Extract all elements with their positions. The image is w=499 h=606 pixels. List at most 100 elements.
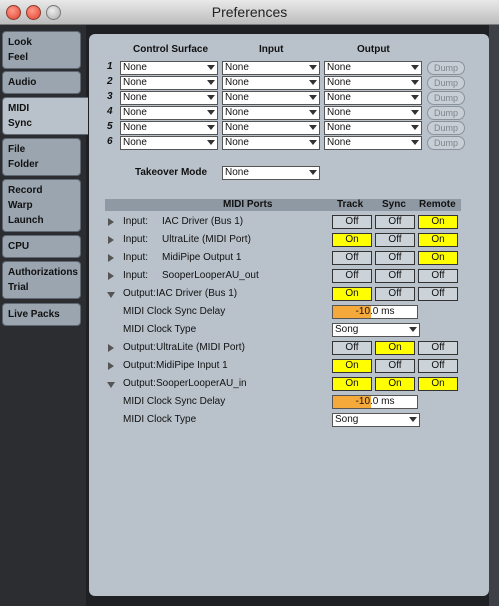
surface-input-dropdown[interactable]: None bbox=[222, 91, 320, 105]
sidebar-tab-midi[interactable]: MIDI Sync bbox=[2, 97, 88, 135]
track-toggle[interactable]: On bbox=[332, 233, 372, 247]
surface-input-value: None bbox=[225, 137, 249, 148]
midi-ports-header: MIDI Ports Track Sync Remote bbox=[105, 199, 461, 211]
port-direction: Input: bbox=[123, 270, 149, 281]
track-toggle[interactable]: On bbox=[332, 377, 372, 391]
surface-output-dropdown[interactable]: None bbox=[324, 106, 422, 120]
sidebar-tab-audio[interactable]: Audio bbox=[2, 71, 81, 94]
remote-toggle[interactable]: On bbox=[418, 215, 458, 229]
sync-toggle[interactable]: Off bbox=[375, 359, 415, 373]
chevron-down-icon bbox=[207, 140, 215, 145]
surface-input-dropdown[interactable]: None bbox=[222, 121, 320, 135]
sync-toggle[interactable]: Off bbox=[375, 215, 415, 229]
remote-toggle[interactable]: Off bbox=[418, 269, 458, 283]
track-toggle[interactable]: On bbox=[332, 359, 372, 373]
sidebar-tab-cpu[interactable]: CPU bbox=[2, 235, 81, 258]
dump-button[interactable]: Dump bbox=[427, 121, 465, 135]
sidebar-tab-live-packs[interactable]: Live Packs bbox=[2, 303, 81, 326]
preferences-sidebar: Look Feel Audio MIDI Sync File Folder Record War… bbox=[0, 25, 88, 606]
track-toggle[interactable]: Off bbox=[332, 215, 372, 229]
remote-toggle[interactable]: Off bbox=[418, 341, 458, 355]
track-toggle[interactable]: Off bbox=[332, 269, 372, 283]
sidebar-tab-label: Trial bbox=[8, 282, 29, 293]
midi-port-row: Input: IAC Driver (Bus 1) Off Off On bbox=[107, 215, 467, 229]
surface-input-dropdown[interactable]: None bbox=[222, 106, 320, 120]
header-sync: Sync bbox=[382, 199, 406, 210]
clock-type-row: MIDI Clock Type Song bbox=[107, 413, 467, 427]
disclosure-closed-icon[interactable] bbox=[108, 218, 114, 226]
remote-toggle[interactable]: Off bbox=[418, 359, 458, 373]
disclosure-open-icon[interactable] bbox=[107, 382, 115, 388]
surface-output-dropdown[interactable]: None bbox=[324, 76, 422, 90]
sync-toggle[interactable]: On bbox=[375, 377, 415, 391]
remote-toggle[interactable]: Off bbox=[418, 287, 458, 301]
dump-button[interactable]: Dump bbox=[427, 61, 465, 75]
dump-button[interactable]: Dump bbox=[427, 91, 465, 105]
clock-type-label: MIDI Clock Type bbox=[123, 324, 197, 335]
remote-toggle[interactable]: On bbox=[418, 251, 458, 265]
surface-output-dropdown[interactable]: None bbox=[324, 61, 422, 75]
disclosure-closed-icon[interactable] bbox=[108, 236, 114, 244]
dump-button[interactable]: Dump bbox=[427, 136, 465, 150]
sync-toggle[interactable]: Off bbox=[375, 287, 415, 301]
port-direction: Input: bbox=[123, 252, 149, 263]
dump-button[interactable]: Dump bbox=[427, 76, 465, 90]
clock-type-dropdown[interactable]: Song bbox=[332, 413, 420, 427]
surface-input-dropdown[interactable]: None bbox=[222, 136, 320, 150]
sync-toggle[interactable]: Off bbox=[375, 251, 415, 265]
sidebar-tab-record[interactable]: Record Warp Launch bbox=[2, 179, 81, 232]
track-toggle[interactable]: On bbox=[332, 287, 372, 301]
disclosure-open-icon[interactable] bbox=[107, 292, 115, 298]
surface-input-value: None bbox=[225, 122, 249, 133]
clock-sync-delay-value: -10.0 ms bbox=[355, 396, 395, 407]
port-direction: Output: bbox=[123, 378, 156, 389]
surface-output-dropdown[interactable]: None bbox=[324, 121, 422, 135]
control-surface-dropdown[interactable]: None bbox=[120, 76, 218, 90]
clock-sync-delay-field[interactable]: -10.0 ms bbox=[332, 395, 418, 409]
surface-input-dropdown[interactable]: None bbox=[222, 76, 320, 90]
clock-sync-delay-field[interactable]: -10.0 ms bbox=[332, 305, 418, 319]
control-surface-value: None bbox=[123, 107, 147, 118]
surface-output-dropdown[interactable]: None bbox=[324, 136, 422, 150]
chevron-down-icon bbox=[309, 65, 317, 70]
port-direction: Input: bbox=[123, 216, 149, 227]
disclosure-closed-icon[interactable] bbox=[108, 272, 114, 280]
sidebar-tab-label: Sync bbox=[8, 118, 32, 129]
control-surface-dropdown[interactable]: None bbox=[120, 121, 218, 135]
control-surface-dropdown[interactable]: None bbox=[120, 61, 218, 75]
sidebar-tab-label: Launch bbox=[8, 215, 44, 226]
track-toggle[interactable]: Off bbox=[332, 341, 372, 355]
surface-output-dropdown[interactable]: None bbox=[324, 91, 422, 105]
midi-sync-panel: Control Surface Input Output 1 None None No… bbox=[89, 34, 489, 596]
track-toggle[interactable]: Off bbox=[332, 251, 372, 265]
disclosure-closed-icon[interactable] bbox=[108, 362, 114, 370]
chevron-down-icon bbox=[411, 80, 419, 85]
control-surface-dropdown[interactable]: None bbox=[120, 106, 218, 120]
remote-toggle[interactable]: On bbox=[418, 377, 458, 391]
port-name: MidiPipe Output 1 bbox=[162, 252, 242, 263]
takeover-mode-value: None bbox=[225, 167, 249, 178]
control-surface-dropdown[interactable]: None bbox=[120, 91, 218, 105]
surface-input-dropdown[interactable]: None bbox=[222, 61, 320, 75]
sidebar-tab-file[interactable]: File Folder bbox=[2, 138, 81, 176]
surface-row-number: 5 bbox=[107, 121, 113, 132]
disclosure-closed-icon[interactable] bbox=[108, 254, 114, 262]
sidebar-tab-look[interactable]: Look Feel bbox=[2, 31, 81, 69]
port-direction: Output: bbox=[123, 288, 156, 299]
remote-toggle[interactable]: On bbox=[418, 233, 458, 247]
surface-output-value: None bbox=[327, 137, 351, 148]
sync-toggle[interactable]: Off bbox=[375, 269, 415, 283]
surface-row-number: 4 bbox=[107, 106, 113, 117]
chevron-down-icon bbox=[411, 95, 419, 100]
midi-port-row: Output: IAC Driver (Bus 1) On Off Off bbox=[107, 287, 467, 301]
sidebar-tab-authorizations[interactable]: Authorizations Trial bbox=[2, 261, 81, 299]
control-surface-dropdown[interactable]: None bbox=[120, 136, 218, 150]
sync-toggle[interactable]: On bbox=[375, 341, 415, 355]
disclosure-closed-icon[interactable] bbox=[108, 344, 114, 352]
clock-type-value: Song bbox=[335, 324, 359, 335]
takeover-mode-dropdown[interactable]: None bbox=[222, 166, 320, 180]
sync-toggle[interactable]: Off bbox=[375, 233, 415, 247]
dump-button[interactable]: Dump bbox=[427, 106, 465, 120]
title-bar[interactable]: Preferences bbox=[0, 0, 499, 25]
clock-type-dropdown[interactable]: Song bbox=[332, 323, 420, 337]
